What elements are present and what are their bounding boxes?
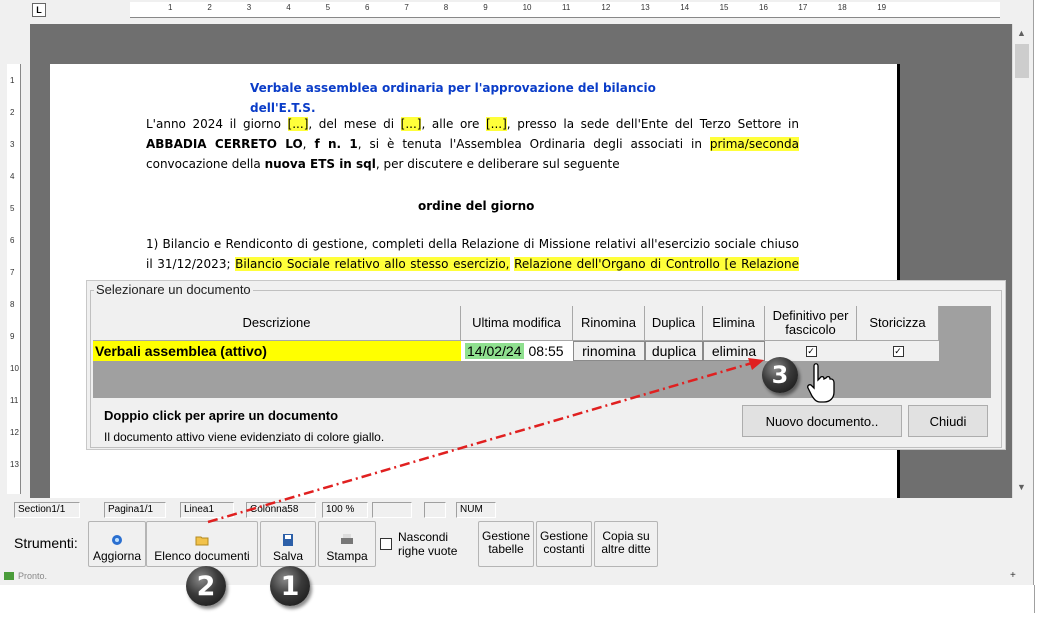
annotation-arrow bbox=[207, 361, 753, 524]
hand-cursor-icon bbox=[807, 363, 835, 403]
arrow-head-icon bbox=[748, 358, 764, 370]
step-marker: 3 bbox=[762, 357, 798, 393]
step-marker: 1 bbox=[270, 566, 310, 606]
annotation-overlay bbox=[207, 358, 764, 524]
step-marker: 2 bbox=[186, 566, 226, 606]
